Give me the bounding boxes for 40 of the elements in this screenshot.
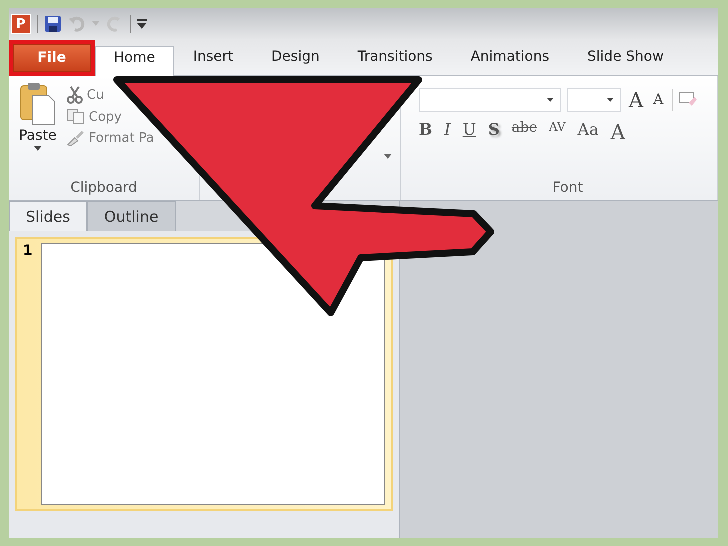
slide-number: 1	[23, 243, 33, 261]
ribbon-tab[interactable]: Home	[95, 46, 174, 76]
ribbon-tab[interactable]: Animations	[452, 45, 569, 75]
ribbon-tab[interactable]: Design	[252, 45, 339, 75]
paste-button[interactable]: Paste	[19, 82, 57, 180]
ribbon-tab[interactable]: Transitions	[338, 45, 452, 75]
font-size-button[interactable]: A	[627, 88, 646, 112]
format-button[interactable]: B	[419, 120, 433, 139]
font-name-dropdown[interactable]	[419, 88, 561, 112]
font-size-button[interactable]: A	[651, 92, 666, 108]
format-button[interactable]: I	[444, 120, 451, 139]
format-button[interactable]: abc	[512, 120, 538, 136]
format-button[interactable]: S	[488, 120, 500, 139]
group-label: Font	[552, 180, 584, 198]
pane-tab[interactable]: Outline	[87, 201, 176, 231]
format-button[interactable]: A	[610, 120, 626, 144]
brush-icon	[67, 130, 85, 146]
format-button[interactable]: U	[462, 120, 476, 139]
caret-icon	[607, 98, 614, 102]
app-logo[interactable]: P	[11, 14, 31, 34]
clipboard-command[interactable]: Copy	[67, 109, 122, 125]
caret-icon	[34, 146, 42, 151]
undo-icon[interactable]	[68, 15, 86, 33]
scissors-icon	[67, 86, 83, 104]
ribbon-tab[interactable]: Insert	[174, 45, 252, 75]
slide-thumbnail-frame[interactable]: 1	[15, 237, 393, 511]
clipboard-command[interactable]: Format Pa	[67, 130, 154, 146]
pane-tab[interactable]: Slides	[9, 201, 88, 231]
copy-icon	[67, 109, 85, 125]
clipboard-icon	[19, 82, 57, 126]
clipboard-command[interactable]: Cu	[67, 86, 104, 104]
customize-caret-icon[interactable]	[137, 18, 147, 30]
save-icon[interactable]	[44, 15, 62, 33]
caret-icon	[547, 98, 554, 102]
group-label: Clipboard	[70, 180, 138, 198]
format-button[interactable]: AV	[549, 120, 566, 134]
format-button[interactable]: Aa	[578, 120, 599, 139]
font-size-dropdown[interactable]	[567, 88, 621, 112]
ribbon-tab[interactable]: Slide Show	[568, 45, 683, 75]
caret-icon[interactable]	[384, 154, 392, 159]
